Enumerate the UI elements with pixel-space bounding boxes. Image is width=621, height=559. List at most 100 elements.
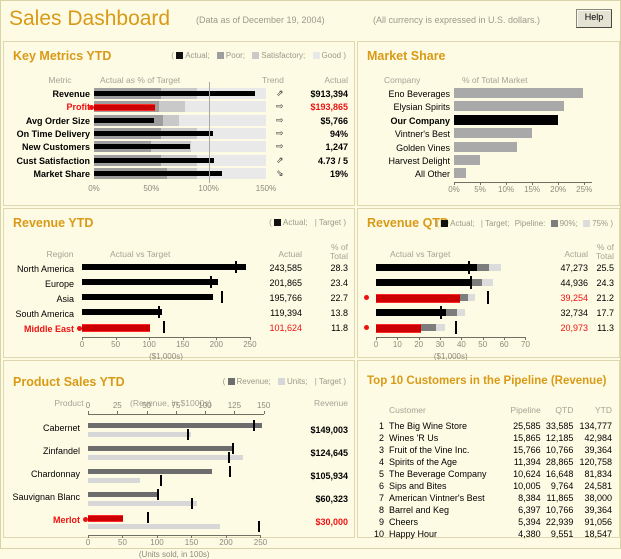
legend-swatch-actual-icon	[274, 219, 281, 226]
revenue-ytd-target-0	[235, 261, 238, 273]
col-header-trend: Trend	[262, 75, 284, 85]
revenue-ytd-label-2: Asia	[56, 294, 74, 304]
legend-label-actual: Actual;	[185, 51, 210, 60]
revenue-qtd-pct-3: 17.7	[596, 308, 614, 318]
revenue-ytd-bar-0	[82, 264, 246, 270]
revenue-ytd-bar-3	[82, 309, 163, 315]
cell-rank: 4	[378, 457, 384, 467]
revenue-qtd-bar-3	[376, 309, 446, 316]
table-row[interactable]: 4 Spirits of the Age 11,394 28,865 120,758	[368, 456, 612, 468]
revenue-ytd-target-3	[157, 306, 160, 318]
legend-swatch-poor-icon	[216, 52, 224, 59]
cell-customer: The Beverage Company	[389, 469, 487, 479]
trend-right-arrow: ⇨	[276, 127, 284, 138]
cell-rank: 1	[378, 421, 384, 431]
revenue-ytd-pct-0: 28.3	[330, 263, 348, 273]
table-row[interactable]: 8 Barrel and Keg 6,397 10,766 39,364	[368, 504, 612, 516]
top-customers-table: Customer Pipeline QTD YTD 1 The Big Wine …	[368, 405, 612, 540]
th-rank	[368, 405, 389, 420]
cell-qtd: 11,865	[546, 493, 574, 503]
key-metric-label-1: Profit	[66, 102, 91, 113]
panel-revenue-qtd: Revenue QTD ( Actual; | Target; Pipeline…	[357, 208, 620, 361]
col-header-company: Company	[384, 75, 421, 85]
product-units-bar-4	[88, 524, 221, 529]
bullet-track-5	[94, 154, 266, 166]
table-row[interactable]: 9 Cheers 5,394 22,939 91,056	[368, 516, 612, 528]
product-revenue-bar-3	[88, 492, 159, 497]
table-row[interactable]: 10 Happy Hour 4,380 9,551 18,547	[368, 528, 612, 540]
table-header-row: Customer Pipeline QTD YTD	[368, 405, 612, 420]
legend-paren-close: )	[343, 218, 346, 227]
table-row[interactable]: 6 Sips and Bites 10,005 9,764 24,581	[368, 480, 612, 492]
product-units-target-3	[191, 498, 194, 509]
market-share-label-0: Eno Beverages	[388, 89, 450, 99]
key-metrics-legend: ( Actual; Poor; Satisfactory; Good )	[171, 51, 346, 60]
legend-swatch-units-icon	[278, 378, 286, 385]
revenue-axis-tick-150: 150	[256, 401, 271, 410]
panel-market-share: Market Share Company % of Total Market E…	[357, 41, 620, 206]
revenue-qtd-pct-0: 25.5	[596, 263, 614, 273]
col-header-pct-total-market: % of Total Market	[462, 75, 528, 85]
trend-down-right-arrow: ⇘	[276, 167, 284, 178]
revenue-ytd-label-1: Europe	[44, 279, 74, 289]
key-metric-value-0: $913,394	[310, 89, 348, 99]
market-share-bar-1	[454, 101, 565, 112]
cell-ytd: 39,364	[584, 445, 612, 455]
legend-label-target: Target	[318, 377, 342, 386]
axis-tick-mark	[146, 411, 148, 414]
key-metric-label-2: Avg Order Size	[25, 115, 90, 126]
market-share-bar-6	[454, 168, 467, 179]
market-share-label-3: Vintner's Best	[394, 129, 450, 140]
product-label-0: Cabernet	[42, 423, 80, 433]
axis-tick-70: 70	[521, 340, 530, 349]
revenue-qtd-bar-0	[376, 264, 477, 271]
revenue-qtd-target-0	[467, 261, 470, 274]
panel-product-sales-ytd: Product Sales YTD ( Revenue; Units; | Ta…	[3, 360, 355, 559]
revenue-qtd-pct-1: 24.3	[596, 278, 614, 288]
key-metric-value-5: 4.73 / 5	[317, 155, 348, 166]
table-row[interactable]: 2 Wines 'R Us 15,865 12,185 42,984	[368, 432, 612, 444]
measure-bar	[94, 170, 223, 176]
cell-customer: Barrel and Keg	[389, 505, 450, 515]
th-customer: Customer	[389, 405, 426, 415]
market-share-bar-2	[454, 114, 558, 125]
revenue-ytd-bar-4	[82, 324, 151, 332]
legend-label-satisfactory: Satisfactory;	[261, 51, 306, 60]
alert-dot-icon	[364, 295, 369, 300]
revenue-qtd-target-4	[455, 321, 457, 334]
th-pipeline: Pipeline	[510, 405, 541, 415]
cell-customer: American Vintner's Best	[389, 493, 485, 503]
col-header-actual-vs-target: Actual vs Target	[110, 249, 171, 259]
product-sales-title: Product Sales YTD	[13, 375, 125, 389]
measure-bar	[94, 104, 155, 112]
table-row[interactable]: 3 Fruit of the Vine Inc. 15,766 10,766 39,36…	[368, 444, 612, 456]
cell-qtd: 10,766	[545, 505, 574, 515]
table-row[interactable]: 7 American Vintner's Best 8,384 11,865 38,00…	[368, 492, 612, 504]
legend-label-good: Good	[321, 51, 342, 60]
revenue-axis-tick-125: 125	[227, 401, 242, 410]
table-row[interactable]: 1 The Big Wine Store 25,585 33,585 134,777	[368, 420, 612, 432]
revenue-qtd-bar-1	[376, 279, 472, 286]
axis-tick-50: 50	[478, 340, 488, 349]
cell-ytd: 81,834	[584, 469, 612, 479]
help-button[interactable]: Help	[576, 9, 612, 28]
col-header-metric: Metric	[48, 75, 72, 85]
product-revenue-target-2	[228, 466, 231, 477]
cell-qtd: 9,551	[550, 529, 574, 539]
axis-tick-20%: 20%	[550, 184, 567, 194]
cell-rank: 10	[373, 529, 384, 539]
axis-tick-60: 60	[499, 340, 509, 349]
legend-swatch-actual-icon	[441, 220, 449, 227]
axis-tick-250: 250	[243, 340, 257, 349]
units-axis-tick-200: 200	[219, 538, 233, 547]
cell-customer: Spirits of the Age	[389, 457, 458, 467]
trend-right-arrow: ⇨	[276, 141, 284, 152]
cell-rank: 9	[378, 517, 384, 527]
axis-tick-mark	[234, 411, 236, 414]
table-row[interactable]: 5 The Beverage Company 10,624 16,648 81,834	[368, 468, 612, 480]
units-axis-tick-50: 50	[118, 538, 127, 547]
key-metrics-title: Key Metrics YTD	[13, 49, 112, 63]
product-label-3: Sauvignan Blanc	[12, 492, 80, 502]
market-share-axis	[454, 181, 592, 183]
product-revenue-value-2: $105,934	[310, 471, 348, 481]
